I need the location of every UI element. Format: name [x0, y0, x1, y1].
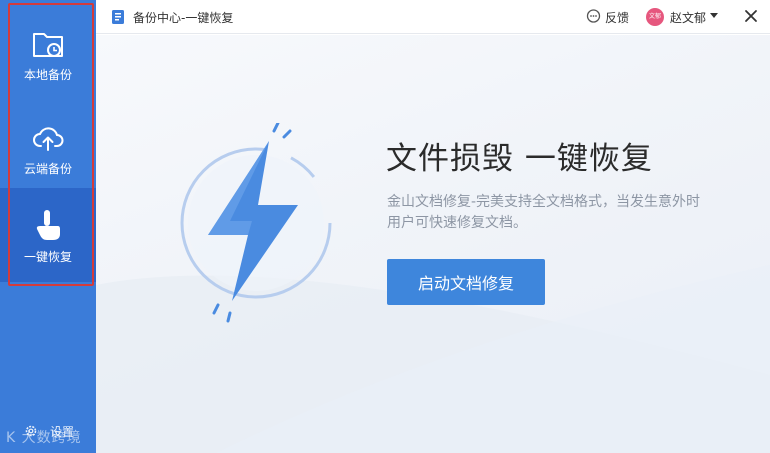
sidebar-item-cloud-backup[interactable]: 云端备份 [0, 100, 96, 194]
description: 金山文档修复-完美支持全文档格式，当发生意外时用户可快速修复文档。 [387, 194, 701, 231]
main-panel: 文件损毁 一键恢复 金山文档修复-完美支持全文档格式，当发生意外时用户可快速修复… [96, 35, 770, 453]
start-repair-button[interactable]: 启动文档修复 [387, 259, 545, 305]
sidebar-item-label: 本地备份 [23, 68, 72, 82]
sidebar-item-one-click-restore[interactable]: 一键恢复 [0, 188, 96, 282]
title-bar: 备份中心-一键恢复 反馈 文郁 赵文郁 [96, 0, 770, 34]
hand-pointer-icon [36, 210, 60, 240]
cloud-upload-icon [33, 127, 64, 151]
lightning-bolt-icon [180, 123, 332, 323]
chevron-down-icon [710, 13, 718, 18]
user-name: 赵文郁 [670, 11, 707, 25]
sidebar-item-local-backup[interactable]: 本地备份 [0, 6, 96, 100]
sidebar-item-label: 一键恢复 [23, 250, 72, 264]
feedback-label: 反馈 [605, 11, 630, 25]
close-icon[interactable] [744, 9, 758, 23]
sidebar-item-label: 云端备份 [23, 162, 72, 176]
chat-bubble-icon [586, 9, 601, 23]
local-folder-clock-icon [33, 33, 63, 57]
window-title: 备份中心-一键恢复 [133, 11, 234, 25]
page-title: 文件损毁 一键恢复 [386, 141, 653, 177]
watermark: K 大数跨境 [6, 430, 82, 446]
document-app-icon [112, 10, 124, 24]
sidebar: 本地备份 云端备份 一键恢复 设置 K 大数跨境 [0, 0, 96, 453]
avatar: 文郁 [646, 8, 664, 26]
